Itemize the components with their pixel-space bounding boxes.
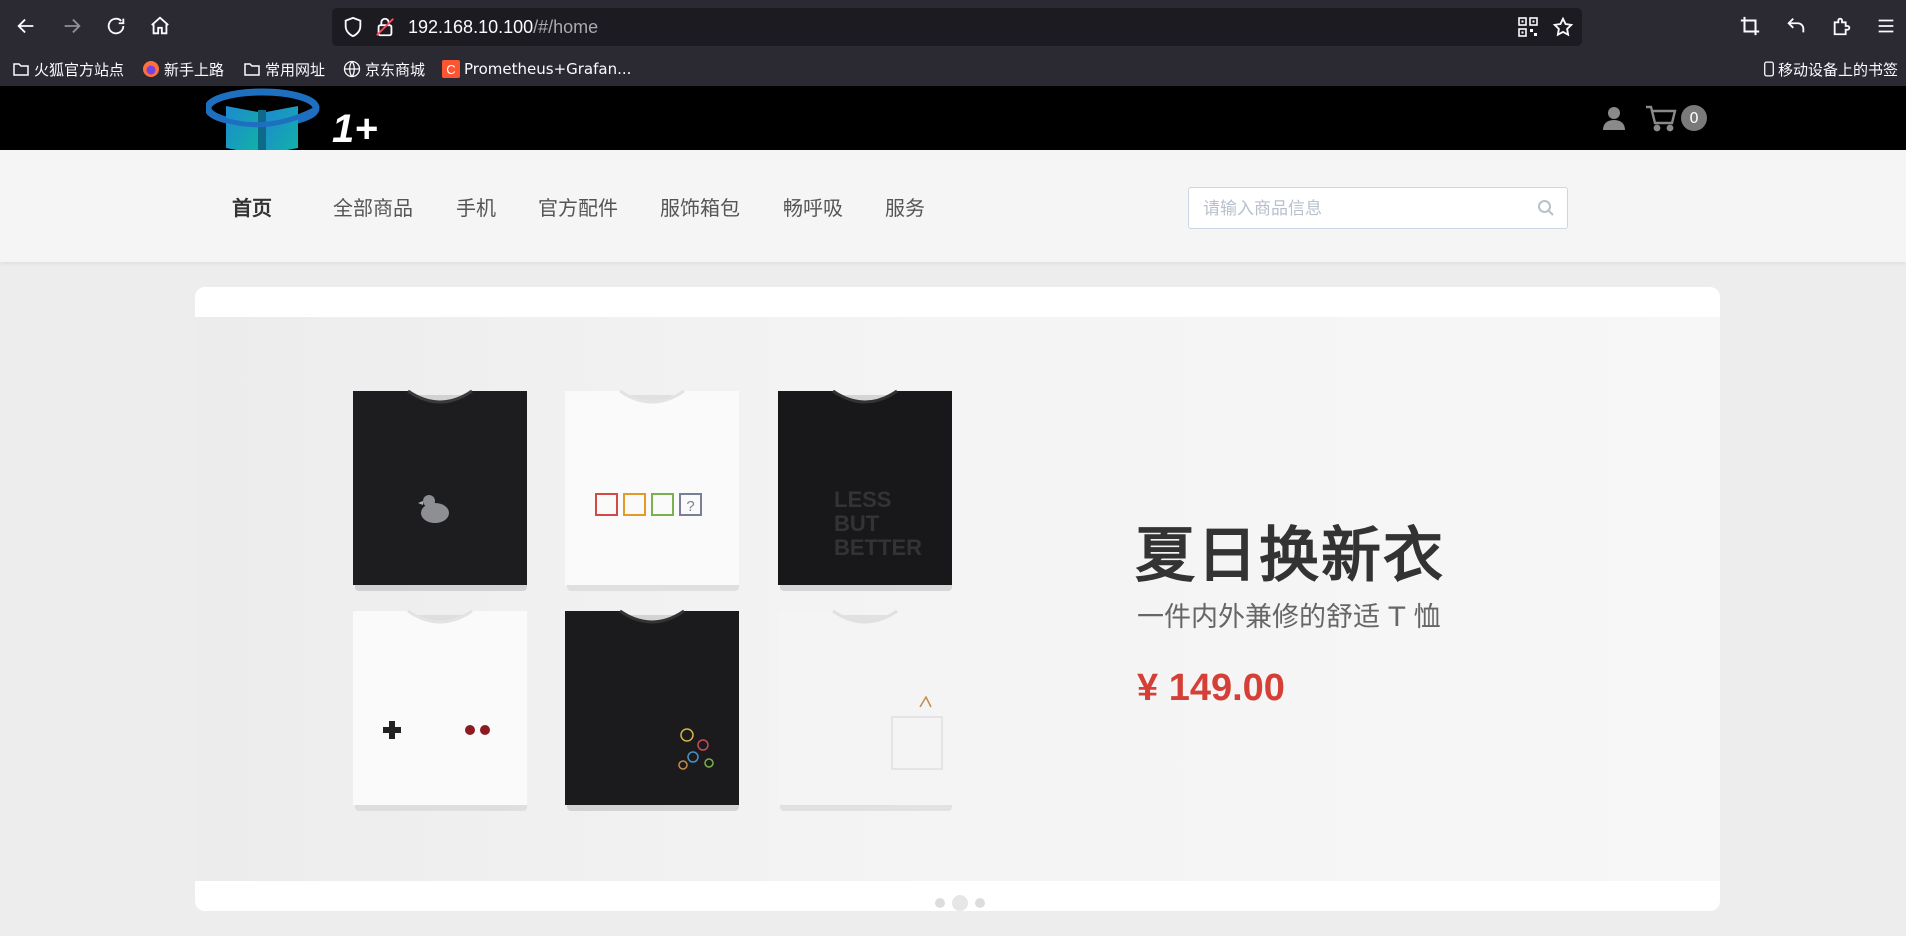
hamburger-icon bbox=[1878, 19, 1894, 33]
nav-breathe[interactable]: 畅呼吸 bbox=[783, 196, 843, 220]
carousel-dot[interactable] bbox=[975, 898, 985, 908]
svg-text:BUT: BUT bbox=[834, 511, 880, 536]
black-tshirt-pocket-doodle-image bbox=[565, 609, 739, 811]
bookmark-star-icon[interactable] bbox=[1552, 16, 1574, 38]
address-bar[interactable]: 192.168.10.100/#/home bbox=[332, 8, 1582, 46]
puzzle-icon bbox=[1833, 17, 1851, 36]
nav-all-products[interactable]: 全部商品 bbox=[333, 196, 413, 220]
screenshot-button[interactable] bbox=[1732, 8, 1768, 44]
forward-button[interactable] bbox=[54, 8, 90, 44]
site-logo[interactable]: 1+ bbox=[204, 86, 386, 156]
user-icon[interactable] bbox=[1603, 106, 1625, 130]
nav-apparel-bags[interactable]: 服饰箱包 bbox=[660, 196, 740, 220]
arrow-left-icon bbox=[17, 18, 34, 34]
home-icon bbox=[151, 16, 169, 35]
bookmark-label: Prometheus+Grafan... bbox=[464, 60, 632, 78]
cart-count-badge[interactable]: 0 bbox=[1681, 105, 1707, 131]
nav-home[interactable]: 首页 bbox=[232, 196, 272, 220]
svg-text:LESS: LESS bbox=[834, 487, 891, 512]
svg-text:C: C bbox=[446, 62, 455, 77]
arrow-right-icon bbox=[64, 18, 81, 34]
search-input[interactable] bbox=[1201, 188, 1525, 230]
banner-card: ? LESS BUT BETTER 夏日换新衣 一件内外兼修的舒适 T 恤 ¥ … bbox=[195, 287, 1720, 911]
black-tshirt-less-but-better-image: LESS BUT BETTER bbox=[778, 389, 952, 591]
bookmark-label: 移动设备上的书签 bbox=[1778, 60, 1899, 79]
extensions-button[interactable] bbox=[1824, 8, 1860, 44]
bookmark-label: 常用网址 bbox=[265, 60, 326, 79]
bookmark-mobile[interactable]: 移动设备上的书签 bbox=[1762, 58, 1898, 80]
promo-subtitle: 一件内外兼修的舒适 T 恤 bbox=[1137, 602, 1441, 633]
shield-icon[interactable] bbox=[342, 16, 364, 38]
carousel-dot[interactable] bbox=[935, 898, 945, 908]
browser-chrome: 192.168.10.100/#/home 火狐官方站点 新手上路 常用网址 京… bbox=[0, 0, 1906, 86]
url-host: 192.168.10.100 bbox=[408, 17, 534, 37]
url-path: /#/home bbox=[533, 17, 599, 37]
svg-text:?: ? bbox=[686, 498, 694, 515]
bookmark-jd[interactable]: 京东商城 bbox=[343, 58, 425, 80]
white-tshirt-gamepad-image bbox=[353, 609, 527, 811]
white-tshirt-icons-image: ? bbox=[565, 389, 739, 591]
crop-icon bbox=[1740, 16, 1760, 36]
svg-text:BETTER: BETTER bbox=[834, 535, 922, 560]
csdn-icon: C bbox=[442, 60, 460, 78]
search-box bbox=[1188, 187, 1568, 230]
book-logo-icon: 1+ bbox=[204, 88, 378, 156]
white-tshirt-pocket-image bbox=[778, 609, 952, 811]
bookmark-getting-started[interactable]: 新手上路 bbox=[142, 58, 224, 80]
nav-accessories[interactable]: 官方配件 bbox=[538, 196, 618, 220]
reload-button[interactable] bbox=[98, 8, 134, 44]
globe-icon bbox=[343, 60, 361, 78]
home-button[interactable] bbox=[142, 8, 178, 44]
back-button[interactable] bbox=[8, 8, 44, 44]
promo-price: ¥ 149.00 bbox=[1137, 667, 1285, 709]
menu-button[interactable] bbox=[1868, 8, 1904, 44]
carousel-indicators bbox=[915, 895, 995, 911]
bookmark-folder-common[interactable]: 常用网址 bbox=[243, 58, 325, 80]
bookmark-prometheus[interactable]: C Prometheus+Grafan... bbox=[442, 58, 631, 80]
carousel-dot-active[interactable] bbox=[952, 895, 968, 911]
promo-title: 夏日换新衣 bbox=[1135, 521, 1445, 591]
undo-button[interactable] bbox=[1778, 8, 1814, 44]
folder-icon bbox=[12, 60, 30, 78]
insecure-lock-icon[interactable] bbox=[374, 16, 396, 38]
undo-icon bbox=[1787, 18, 1805, 33]
black-tshirt-duck-image bbox=[353, 389, 527, 591]
shopping-cart-icon[interactable] bbox=[1645, 104, 1677, 132]
bookmark-label: 火狐官方站点 bbox=[34, 60, 125, 79]
nav-services[interactable]: 服务 bbox=[885, 196, 925, 220]
bookmark-folder-firefox[interactable]: 火狐官方站点 bbox=[12, 58, 124, 80]
bookmark-label: 新手上路 bbox=[164, 60, 225, 79]
qr-code-icon[interactable] bbox=[1518, 17, 1538, 37]
bookmarks-toolbar: 火狐官方站点 新手上路 常用网址 京东商城 C Prometheus+Grafa… bbox=[0, 52, 1906, 86]
reload-icon bbox=[107, 17, 125, 35]
browser-toolbar: 192.168.10.100/#/home bbox=[0, 0, 1906, 52]
mobile-device-icon bbox=[1762, 60, 1776, 78]
search-icon[interactable] bbox=[1537, 199, 1555, 217]
nav-phones[interactable]: 手机 bbox=[456, 196, 496, 220]
url-text[interactable]: 192.168.10.100/#/home bbox=[408, 16, 598, 38]
main-nav: 首页 全部商品 手机 官方配件 服饰箱包 畅呼吸 服务 bbox=[0, 150, 1906, 262]
bookmark-label: 京东商城 bbox=[365, 60, 426, 79]
firefox-icon bbox=[142, 60, 160, 78]
logo-text: 1+ bbox=[332, 107, 378, 151]
folder-icon bbox=[243, 60, 261, 78]
banner-slide[interactable]: ? LESS BUT BETTER 夏日换新衣 一件内外兼修的舒适 T 恤 ¥ … bbox=[195, 317, 1720, 911]
